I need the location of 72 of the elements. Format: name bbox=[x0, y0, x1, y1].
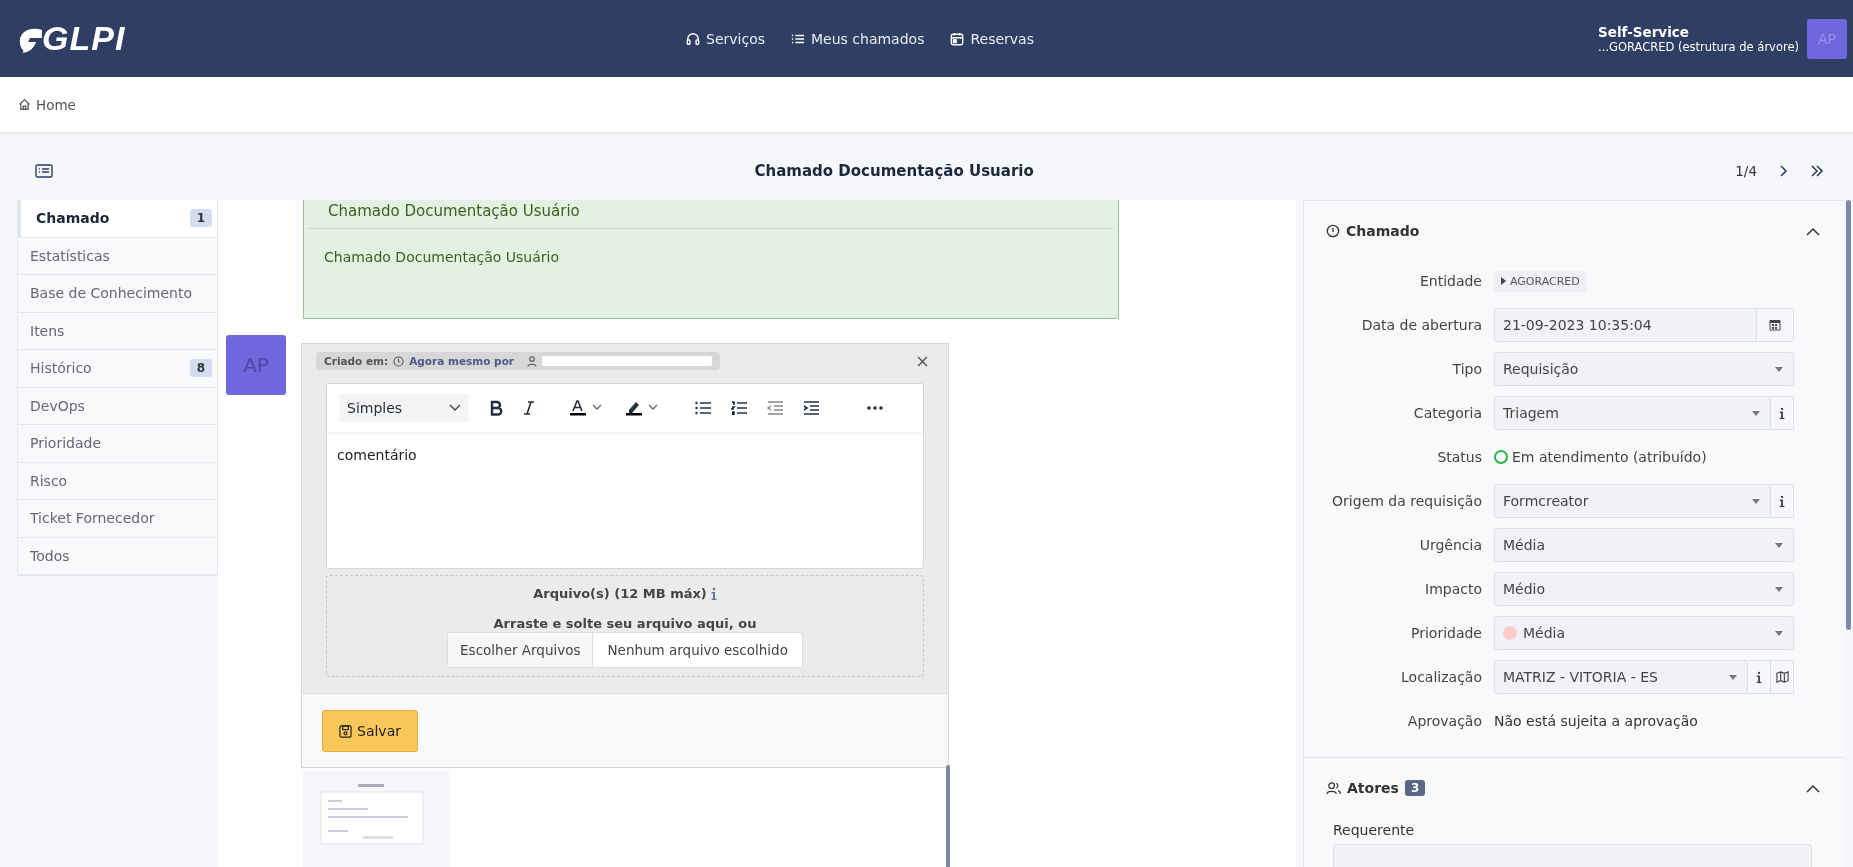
section-title: Atores bbox=[1347, 780, 1399, 796]
tab[interactable]: Prioridade bbox=[18, 425, 217, 463]
select-field[interactable]: MATRIZ - VITORIA - ES bbox=[1494, 660, 1748, 694]
tab-label: Todos bbox=[30, 547, 70, 564]
tab[interactable]: DevOps bbox=[18, 387, 217, 425]
tab[interactable]: Ticket Fornecedor bbox=[18, 500, 217, 538]
file-drop-zone[interactable]: Arquivo(s) (12 MB máx) Arraste e solte seu arquivo aqui, ou Escolher Arquivos Nenhum arquivo escolhido bbox=[326, 575, 924, 677]
files-label: Arquivo(s) (12 MB máx) bbox=[533, 586, 707, 601]
home-link[interactable]: Home bbox=[18, 96, 76, 113]
field-label: Prioridade bbox=[1409, 624, 1482, 643]
avatar: AP bbox=[226, 335, 286, 395]
field-label: Origem da requisição bbox=[1331, 492, 1482, 511]
nav-link[interactable]: Reservas bbox=[950, 30, 1034, 47]
field-value: Não está sujeita a aprovação bbox=[1494, 713, 1698, 729]
tab[interactable]: Todos bbox=[18, 537, 217, 575]
field-label: Impacto bbox=[1424, 580, 1482, 599]
tab-label: Estatísticas bbox=[30, 247, 110, 264]
pager-count: 1/4 bbox=[1735, 162, 1757, 179]
field-label: Data de abertura bbox=[1360, 316, 1482, 335]
file-status: Nenhum arquivo escolhido bbox=[606, 641, 789, 660]
field-label: Tipo bbox=[1451, 360, 1482, 379]
drop-hint: Arraste e solte seu arquivo aqui, ou bbox=[493, 616, 757, 631]
logo-text: GLPI bbox=[42, 19, 126, 58]
tab-label: Base de Conhecimento bbox=[30, 285, 192, 302]
logo[interactable]: GLPI bbox=[16, 19, 636, 58]
status-text: Em atendimento (atribuído) bbox=[1512, 449, 1707, 465]
entity-name[interactable]: ...GORACRED (estrutura de árvore) bbox=[1598, 39, 1799, 54]
field-label: Categoria bbox=[1412, 404, 1482, 423]
tab-label: Risco bbox=[30, 472, 68, 489]
tab-label: Itens bbox=[30, 322, 65, 339]
save-button[interactable]: Salvar bbox=[322, 710, 418, 752]
tab[interactable]: Base de Conhecimento bbox=[18, 275, 217, 313]
tab-label: DevOps bbox=[30, 397, 85, 414]
select-field[interactable]: Requisição bbox=[1494, 352, 1794, 386]
profile-name[interactable]: Self-Service bbox=[1598, 23, 1689, 40]
created-label: Criado em: bbox=[324, 355, 389, 367]
tab-label: Prioridade bbox=[30, 435, 102, 452]
field-label: Aprovação bbox=[1406, 712, 1482, 731]
nav-link[interactable]: Meus chamados bbox=[791, 30, 925, 47]
select-field[interactable]: Formcreator bbox=[1494, 484, 1771, 518]
tab[interactable]: Chamado 1 bbox=[18, 200, 217, 238]
section-title: Chamado bbox=[1346, 223, 1420, 239]
tab[interactable]: Risco bbox=[18, 462, 217, 500]
tab-label: Ticket Fornecedor bbox=[30, 510, 155, 527]
editor-text[interactable]: comentário bbox=[327, 432, 923, 568]
count-badge: 1 bbox=[189, 209, 212, 228]
file-field[interactable]: Escolher Arquivos Nenhum arquivo escolhido bbox=[447, 632, 803, 668]
created-time: Agora mesmo por bbox=[409, 355, 515, 367]
select-field[interactable]: Média bbox=[1494, 616, 1794, 650]
ticket-title: Chamado Documentação Usuario bbox=[753, 161, 1035, 180]
requester-label: Requerente bbox=[1333, 822, 1416, 838]
date-field[interactable]: 21-09-2023 10:35:04 bbox=[1494, 308, 1794, 342]
field-label: Status bbox=[1436, 448, 1482, 467]
tab-label: Chamado bbox=[36, 210, 110, 227]
format-dropdown[interactable]: Simples bbox=[339, 394, 469, 422]
field-label: Entidade bbox=[1418, 272, 1482, 291]
entity-tag[interactable]: AGORACRED bbox=[1494, 270, 1587, 292]
field-label: Urgência bbox=[1418, 536, 1482, 555]
select-field[interactable]: Média bbox=[1494, 528, 1794, 562]
card-text: Chamado Documentação Usuário bbox=[323, 248, 560, 267]
tab[interactable]: Histórico 8 bbox=[18, 350, 217, 388]
select-field[interactable]: Médio bbox=[1494, 572, 1794, 606]
nav-link[interactable]: Serviços bbox=[686, 30, 765, 47]
tab[interactable]: Itens bbox=[18, 312, 217, 350]
tab[interactable]: Estatísticas bbox=[18, 237, 217, 275]
count-badge: 8 bbox=[189, 359, 212, 378]
choose-files-button[interactable]: Escolher Arquivos bbox=[448, 633, 594, 667]
card-title: Chamado Documentação Usuário bbox=[308, 200, 1114, 229]
tab-label: Histórico bbox=[30, 360, 92, 377]
field-label: Localização bbox=[1400, 668, 1482, 687]
select-field[interactable]: Triagem bbox=[1494, 396, 1771, 430]
count-badge: 3 bbox=[1404, 780, 1426, 796]
